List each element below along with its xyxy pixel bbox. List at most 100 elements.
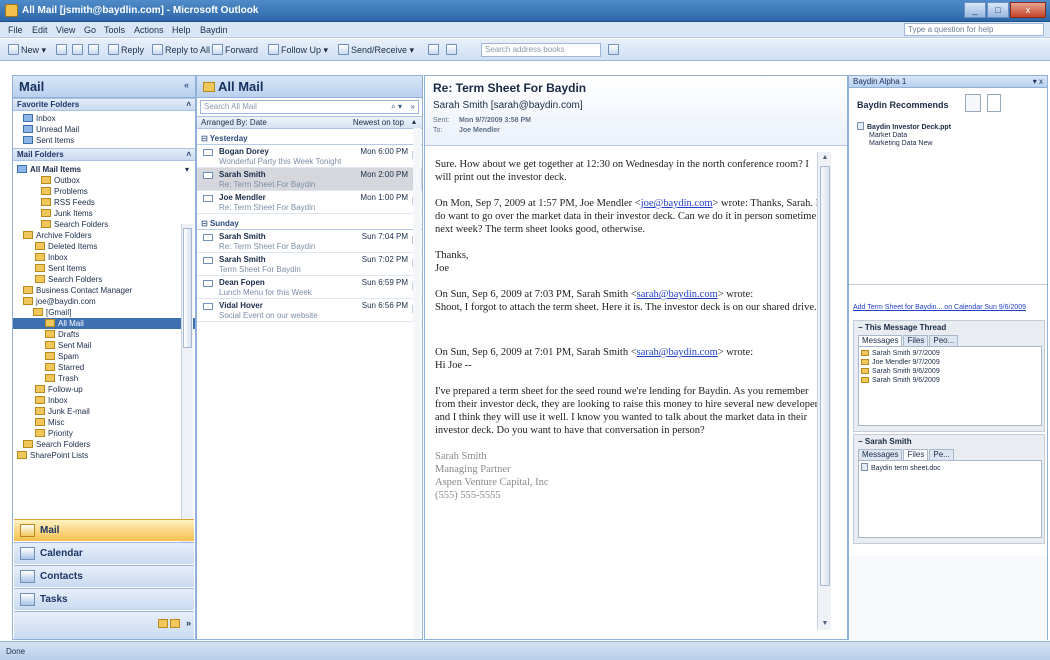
folder-item[interactable]: Junk Items	[13, 208, 195, 219]
message-row[interactable]: Dean Fopen Lunch Menu for this Week Sun 6:…	[197, 276, 422, 299]
person-header[interactable]: − Sarah Smith	[854, 435, 1044, 448]
file-item[interactable]: Baydin term sheet.doc	[861, 463, 1039, 473]
message-row[interactable]: Vidal Hover Social Event on our website Su…	[197, 299, 422, 322]
folder-item[interactable]: Search Folders	[13, 439, 195, 450]
message-list-scrollbar[interactable]	[413, 128, 421, 638]
folder-item[interactable]: All Mail	[13, 318, 195, 329]
search-address-books-input[interactable]: Search address books	[481, 43, 601, 57]
folder-item[interactable]: Archive Folders	[13, 230, 195, 241]
folder-list-icon[interactable]	[158, 619, 168, 628]
folder-item[interactable]: Search Folders	[13, 274, 195, 285]
thread-item[interactable]: Sarah Smith 9/6/2009	[861, 367, 1039, 376]
message-row[interactable]: Bogan Dorey Wonderful Party this Week Ton…	[197, 145, 422, 168]
help-button[interactable]	[608, 43, 621, 57]
folder-item[interactable]: Sent Items	[13, 263, 195, 274]
message-sender[interactable]: Sarah Smith [sarah@baydin.com]	[433, 100, 583, 111]
group-header[interactable]: ⊟ Yesterday	[197, 133, 422, 145]
collapse-pane-icon[interactable]: «	[184, 80, 189, 90]
folder-item[interactable]: Spam	[13, 351, 195, 362]
tab-files[interactable]: Files	[903, 335, 929, 346]
folder-item[interactable]: Drafts	[13, 329, 195, 340]
configure-buttons-icon[interactable]: »	[186, 618, 191, 628]
email-link[interactable]: sarah@baydin.com	[637, 347, 718, 358]
group-header[interactable]: ⊟ Sunday	[197, 218, 422, 230]
message-row[interactable]: Sarah Smith Re: Term Sheet For Baydin Sun …	[197, 230, 422, 253]
collapse-section-icon[interactable]: ˄	[186, 150, 191, 159]
thread-header[interactable]: − This Message Thread	[854, 321, 1044, 334]
delete-button[interactable]	[88, 43, 101, 57]
menu-go[interactable]: Go	[84, 25, 96, 35]
move-button[interactable]	[72, 43, 85, 57]
folder-item[interactable]: Problems	[13, 186, 195, 197]
email-link[interactable]: joe@baydin.com	[641, 198, 713, 209]
close-icon[interactable]: ▾ x	[1033, 77, 1043, 86]
mail-folders-header[interactable]: Mail Folders ˄	[13, 148, 195, 161]
find-button[interactable]	[446, 43, 459, 57]
send-receive-button[interactable]: Send/Receive ▾	[338, 43, 414, 57]
minimize-button[interactable]: _	[964, 2, 986, 18]
folder-item[interactable]: Trash	[13, 373, 195, 384]
message-row[interactable]: Sarah Smith Term Sheet For Baydin Sun 7:02…	[197, 253, 422, 276]
dropdown-icon[interactable]: ▾	[185, 164, 189, 175]
thread-item[interactable]: Sarah Smith 9/6/2009	[861, 376, 1039, 385]
folder-item[interactable]: Follow-up	[13, 384, 195, 395]
menu-actions[interactable]: Actions	[134, 25, 164, 35]
recommendation-item[interactable]: Baydin Investor Deck.ppt Market Data Mar…	[857, 122, 977, 148]
folder-item[interactable]: Sent Mail	[13, 340, 195, 351]
favorite-folders-header[interactable]: Favorite Folders ˄	[13, 98, 195, 111]
nav-mail-button[interactable]: Mail	[14, 519, 194, 541]
folder-item[interactable]: RSS Feeds	[13, 197, 195, 208]
nav-calendar-button[interactable]: Calendar	[14, 542, 194, 564]
message-row[interactable]: Joe Mendler Re: Term Sheet For Baydin Mon …	[197, 191, 422, 214]
collapse-section-icon[interactable]: ˄	[186, 100, 191, 109]
calendar-suggestion[interactable]: Add Term Sheet for Baydin... on Calendar…	[853, 304, 1043, 312]
email-link[interactable]: sarah@baydin.com	[637, 289, 718, 300]
nav-contacts-button[interactable]: Contacts	[14, 565, 194, 587]
menu-tools[interactable]: Tools	[104, 25, 125, 35]
thread-item[interactable]: Joe Mendler 9/7/2009	[861, 358, 1039, 367]
tab-people[interactable]: Peo...	[929, 335, 959, 346]
sort-order[interactable]: Newest on top	[353, 118, 404, 127]
folder-item[interactable]: Outbox	[13, 175, 195, 186]
shortcuts-icon[interactable]	[170, 619, 180, 628]
favorite-unread-mail[interactable]: Unread Mail	[23, 124, 195, 135]
menu-baydin[interactable]: Baydin	[200, 25, 228, 35]
scroll-up-icon[interactable]: ▲	[821, 154, 829, 162]
favorite-sent-items[interactable]: Sent Items	[23, 135, 195, 146]
search-all-mail-input[interactable]: Search All Mail ⌕ ▾»	[200, 100, 419, 114]
search-icon[interactable]: ⌕ ▾	[391, 101, 402, 113]
scrollbar-thumb[interactable]	[183, 228, 192, 348]
folder-scrollbar[interactable]	[181, 224, 193, 554]
arrange-by-bar[interactable]: Arranged By: Date Newest on top ▴	[197, 116, 422, 129]
refresh-icon[interactable]	[965, 94, 981, 112]
favorite-inbox[interactable]: Inbox	[23, 113, 195, 124]
message-row[interactable]: Sarah Smith Re: Term Sheet For Baydin Mon …	[197, 168, 422, 191]
reply-all-button[interactable]: Reply to All	[152, 43, 210, 57]
folder-item[interactable]: Deleted Items	[13, 241, 195, 252]
thread-item[interactable]: Sarah Smith 9/7/2009	[861, 349, 1039, 358]
menu-file[interactable]: File	[8, 25, 23, 35]
tab-messages[interactable]: Messages	[858, 335, 903, 346]
reply-button[interactable]: Reply	[108, 43, 144, 57]
expand-search-icon[interactable]: »	[411, 101, 415, 113]
print-button[interactable]	[56, 43, 69, 57]
folder-item[interactable]: Misc	[13, 417, 195, 428]
folder-item[interactable]: Starred	[13, 362, 195, 373]
address-book-button[interactable]	[428, 43, 441, 57]
tab-people[interactable]: Pe...	[929, 449, 954, 460]
folder-item[interactable]: Junk E-mail	[13, 406, 195, 417]
forward-button[interactable]: Forward	[212, 43, 258, 57]
menu-view[interactable]: View	[56, 25, 75, 35]
folder-item[interactable]: SharePoint Lists	[13, 450, 195, 461]
menu-edit[interactable]: Edit	[32, 25, 48, 35]
new-button[interactable]: New ▾	[8, 43, 46, 57]
reading-pane-scrollbar[interactable]: ▲ ▼	[817, 152, 831, 630]
folder-item[interactable]: Inbox	[13, 395, 195, 406]
tab-messages[interactable]: Messages	[858, 449, 903, 460]
close-button[interactable]: x	[1010, 2, 1046, 18]
follow-up-button[interactable]: Follow Up ▾	[268, 43, 328, 57]
menu-help[interactable]: Help	[172, 25, 191, 35]
scroll-down-icon[interactable]: ▼	[821, 620, 829, 628]
scrollbar-thumb[interactable]	[820, 166, 830, 586]
sort-direction-icon[interactable]: ▴	[412, 117, 416, 126]
